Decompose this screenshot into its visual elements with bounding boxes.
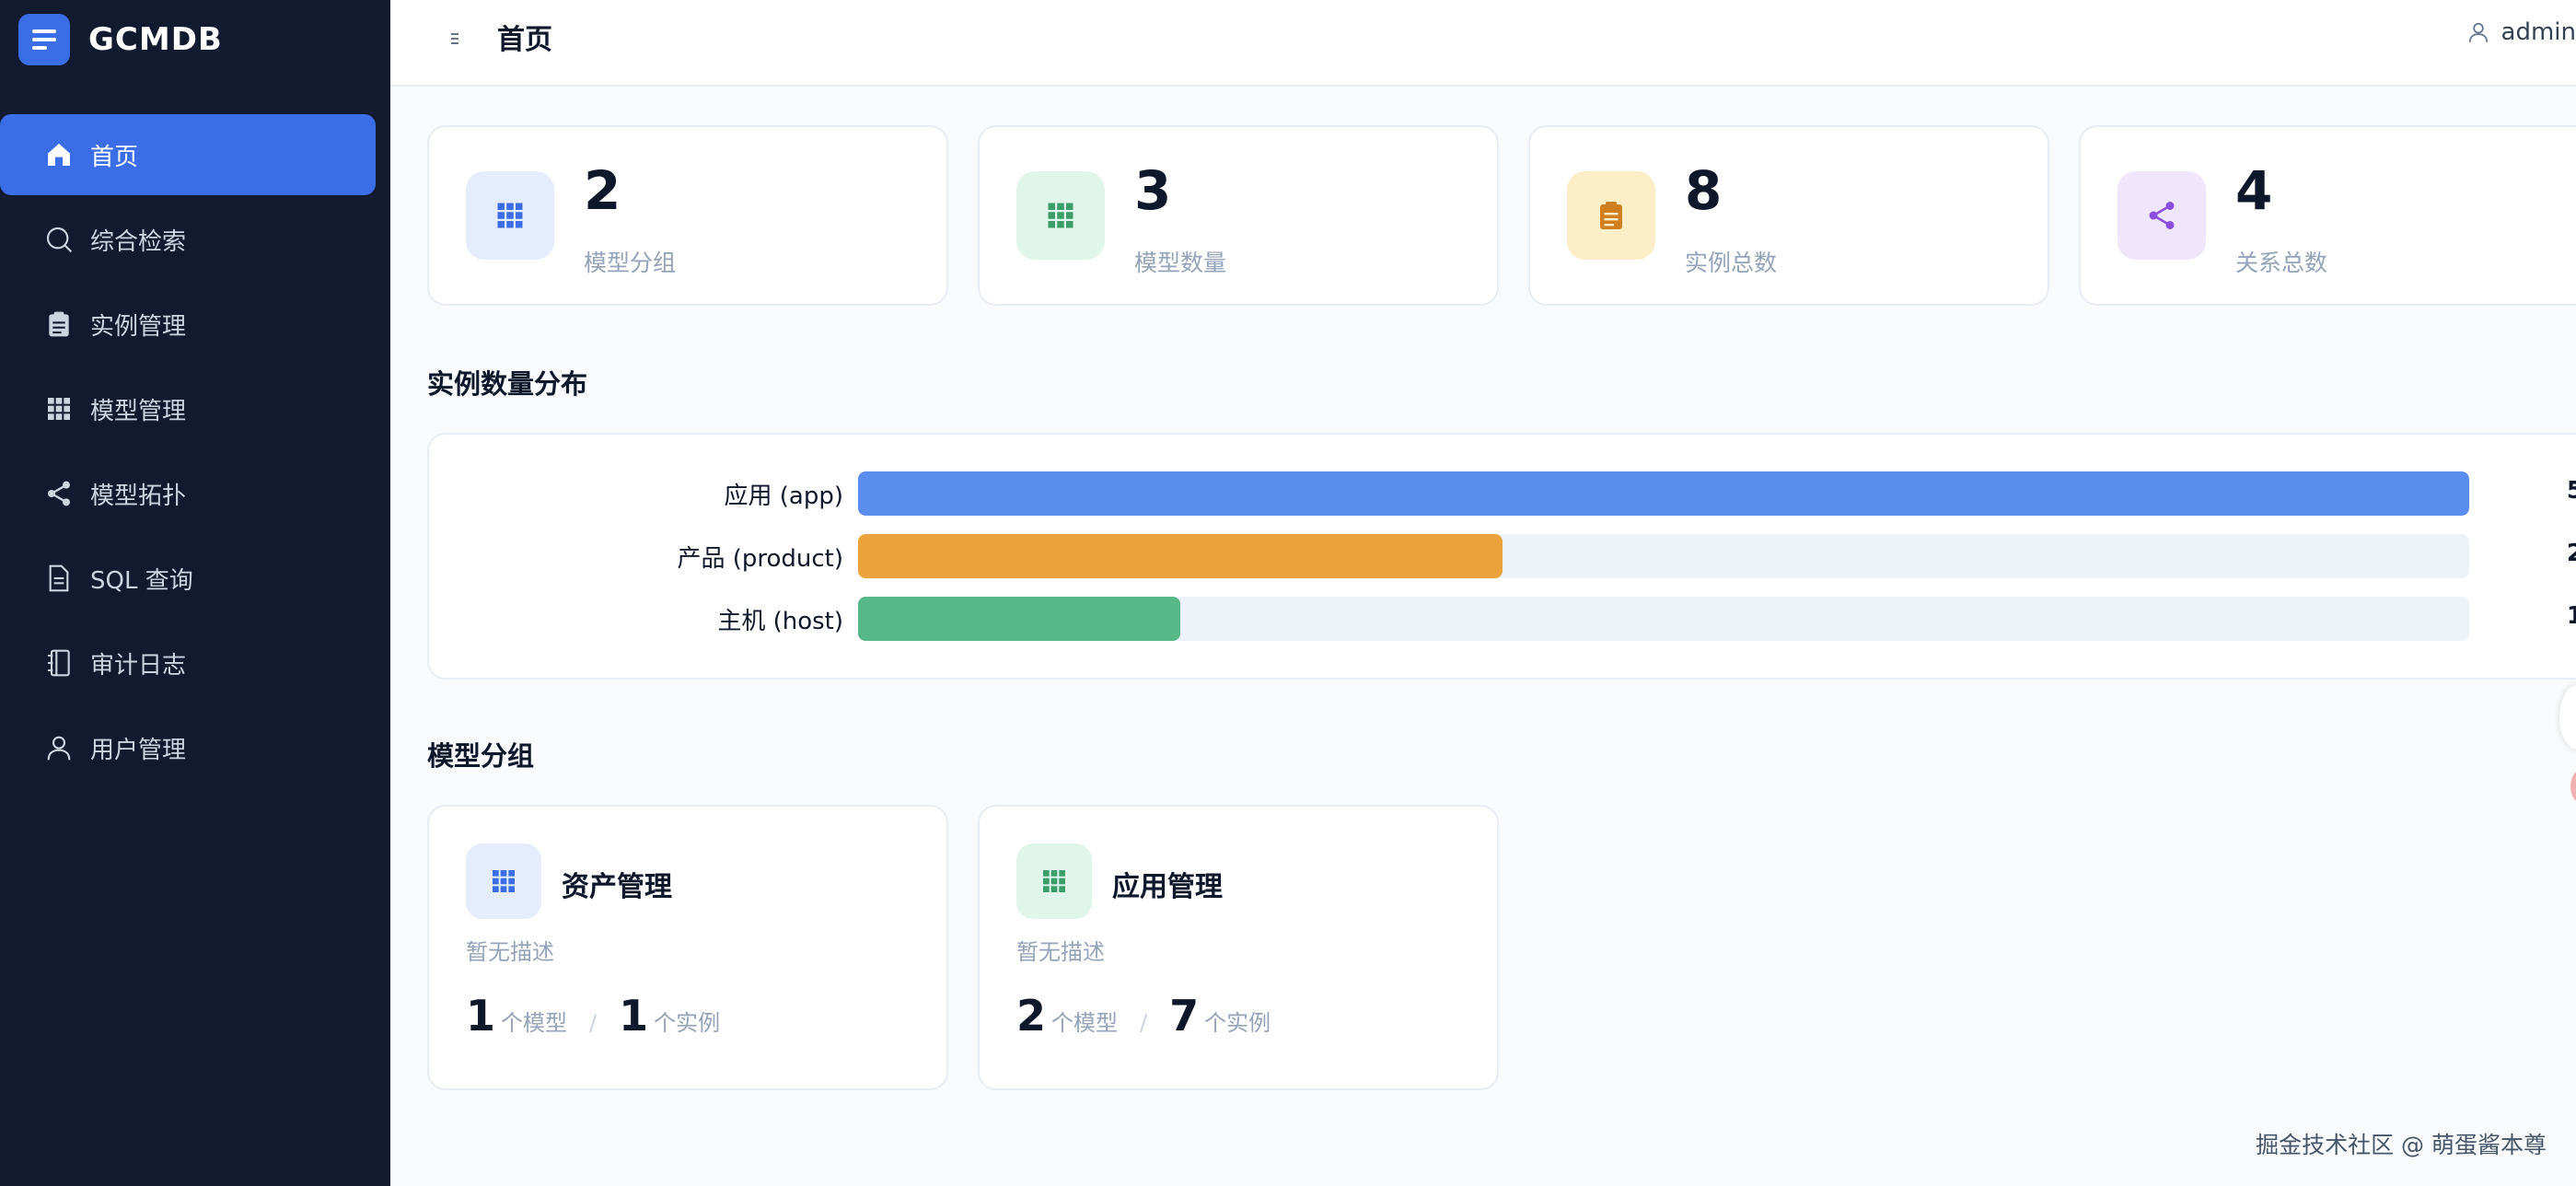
watermark: 掘金技术社区 @ 萌蛋酱本尊 — [2256, 1132, 2547, 1158]
sidebar-item-label: 模型拓扑 — [90, 482, 187, 510]
share-icon — [2118, 171, 2206, 260]
username: admin — [2501, 18, 2576, 46]
group-model-count: 1 — [466, 991, 496, 1041]
stat-label: 实例总数 — [1685, 250, 1778, 276]
sidebar-item-sql[interactable]: SQL 查询 — [0, 538, 376, 619]
floating-avatar-button[interactable] — [2570, 768, 2576, 805]
separator: / — [1140, 1010, 1148, 1036]
bar-row: 产品 (product) 2 — [429, 534, 2576, 578]
bar-label: 产品 (product) — [677, 545, 843, 573]
distribution-card: 应用 (app) 5 产品 (product) 2 主机 (host) 1 — [427, 433, 2576, 680]
stat-value: 2 — [584, 159, 621, 222]
group-instance-unit: 个实例 — [1204, 1010, 1271, 1036]
group-stats: 1 个模型 / 1 个实例 — [466, 991, 720, 1041]
search-icon — [44, 225, 74, 254]
brand[interactable]: GCMDB — [18, 13, 223, 66]
sidebar-item-label: 首页 — [90, 143, 139, 171]
user-menu[interactable]: admin — [2466, 18, 2576, 46]
sidebar-item-instances[interactable]: 实例管理 — [0, 284, 376, 365]
stat-card-models[interactable]: 3 模型数量 — [978, 125, 1499, 306]
user-icon — [44, 733, 74, 762]
separator: / — [589, 1010, 598, 1036]
grid-icon — [1016, 171, 1105, 260]
menu-logo-icon — [18, 14, 70, 65]
group-model-unit: 个模型 — [501, 1010, 568, 1036]
sidebar-item-label: 审计日志 — [90, 651, 187, 680]
user-icon — [2468, 22, 2488, 42]
sidebar-item-models[interactable]: 模型管理 — [0, 368, 376, 449]
grid-icon — [466, 843, 541, 919]
share-icon — [44, 479, 74, 508]
sidebar-item-home[interactable]: 首页 — [0, 114, 376, 195]
clipboard-icon — [44, 309, 74, 339]
bar-track — [858, 471, 2469, 516]
grid-icon — [1016, 843, 1092, 919]
bar-value: 5 — [2566, 477, 2576, 505]
bar-value: 2 — [2566, 540, 2576, 567]
stat-card-groups[interactable]: 2 模型分组 — [427, 125, 948, 306]
page-title: 首页 — [497, 24, 552, 56]
sidebar-item-users[interactable]: 用户管理 — [0, 707, 376, 788]
floating-action-button[interactable] — [2559, 685, 2576, 750]
bar-row: 应用 (app) 5 — [429, 471, 2576, 516]
stat-label: 模型数量 — [1134, 250, 1227, 276]
brand-name: GCMDB — [88, 21, 223, 58]
groups-title: 模型分组 — [427, 740, 535, 772]
sidebar-item-label: 模型管理 — [90, 397, 187, 425]
bar-label: 应用 (app) — [724, 483, 844, 510]
sidebar: GCMDB 首页 综合检索 实例管理 模型管理 模型拓扑 SQL 查询 审计日志… — [0, 0, 390, 1186]
stat-value: 4 — [2235, 159, 2273, 222]
sidebar-item-search[interactable]: 综合检索 — [0, 199, 376, 280]
stat-card-instances[interactable]: 8 实例总数 — [1528, 125, 2049, 306]
stat-label: 模型分组 — [584, 250, 677, 276]
stat-value: 8 — [1685, 159, 1723, 222]
bar-track — [858, 534, 2469, 578]
clipboard-icon — [1567, 171, 1655, 260]
bar-fill — [858, 597, 1180, 641]
group-instance-count: 7 — [1169, 991, 1200, 1041]
group-card[interactable]: 应用管理 暂无描述 2 个模型 / 7 个实例 — [978, 805, 1499, 1090]
group-stats: 2 个模型 / 7 个实例 — [1016, 991, 1271, 1041]
bar-track — [858, 597, 2469, 641]
sidebar-nav: 首页 综合检索 实例管理 模型管理 模型拓扑 SQL 查询 审计日志 用户管理 — [0, 114, 376, 792]
sidebar-item-label: 综合检索 — [90, 227, 187, 256]
sidebar-item-audit[interactable]: 审计日志 — [0, 622, 376, 703]
group-instance-unit: 个实例 — [654, 1010, 721, 1036]
grid-icon — [44, 394, 74, 424]
stat-card-relations[interactable]: 4 关系总数 — [2079, 125, 2576, 306]
group-instance-count: 1 — [619, 991, 649, 1041]
document-icon — [44, 564, 74, 593]
grid-icon — [466, 171, 554, 260]
group-name: 应用管理 — [1112, 871, 1223, 903]
stat-value: 3 — [1134, 159, 1172, 222]
group-card[interactable]: 资产管理 暂无描述 1 个模型 / 1 个实例 — [427, 805, 948, 1090]
stat-label: 关系总数 — [2235, 250, 2328, 276]
top-header: 首页 admin — [390, 0, 2576, 87]
bar-fill — [858, 534, 1503, 578]
group-name: 资产管理 — [562, 871, 672, 903]
sidebar-item-label: SQL 查询 — [90, 566, 193, 595]
bar-fill — [858, 471, 2469, 516]
group-model-count: 2 — [1016, 991, 1047, 1041]
sidebar-item-label: 用户管理 — [90, 736, 187, 764]
bar-value: 1 — [2566, 602, 2576, 630]
sidebar-item-label: 实例管理 — [90, 312, 187, 341]
collapse-sidebar-icon[interactable] — [446, 29, 464, 48]
distribution-title: 实例数量分布 — [427, 368, 588, 400]
bar-row: 主机 (host) 1 — [429, 597, 2576, 641]
notebook-icon — [44, 648, 74, 678]
home-icon — [44, 140, 74, 169]
main-content: 2 模型分组 3 模型数量 8 实例总数 4 关系总数 实例数量分布 应用 (a… — [390, 87, 2576, 1186]
sidebar-item-topology[interactable]: 模型拓扑 — [0, 453, 376, 534]
group-description: 暂无描述 — [1016, 939, 1105, 965]
bar-label: 主机 (host) — [717, 608, 843, 635]
group-model-unit: 个模型 — [1051, 1010, 1119, 1036]
group-description: 暂无描述 — [466, 939, 554, 965]
